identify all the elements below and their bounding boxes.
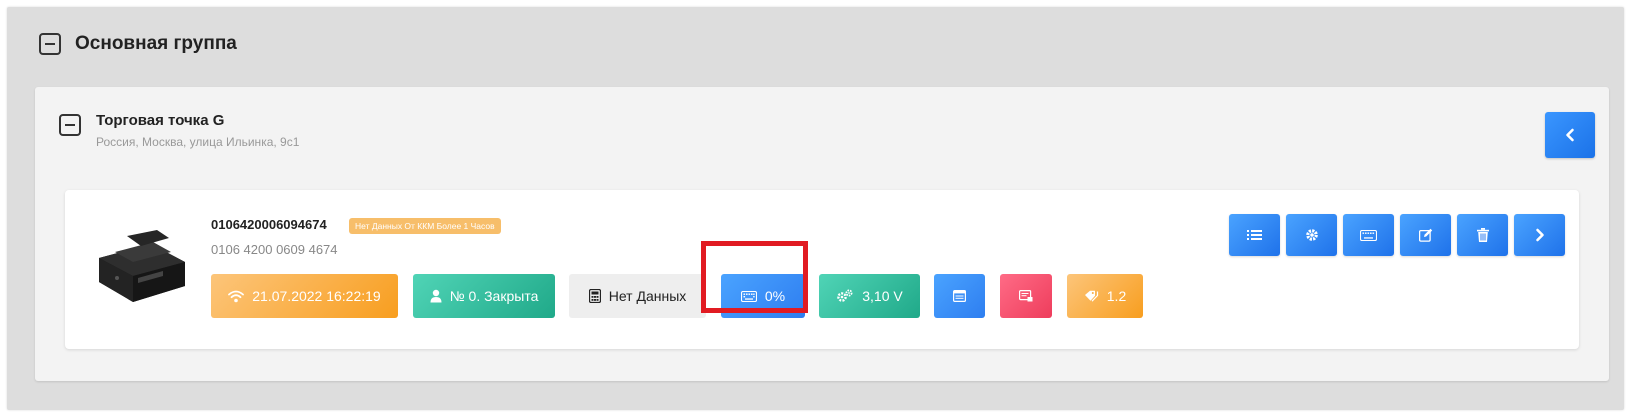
delete-button[interactable] <box>1457 214 1508 256</box>
next-button[interactable] <box>1514 214 1565 256</box>
minus-square-icon[interactable] <box>39 33 61 55</box>
highlight-frame <box>701 241 808 313</box>
receipt-icon <box>1019 290 1033 302</box>
device-card: 0106420006094674 Нет Данных От ККМ Более… <box>65 190 1579 349</box>
fiscal-text: Нет Данных <box>608 288 687 304</box>
receipt-chip[interactable] <box>1000 274 1052 318</box>
trash-icon <box>1476 228 1489 242</box>
main-group-panel: Основная группа Торговая точка G Россия,… <box>7 7 1624 410</box>
store-name: Торговая точка G <box>96 112 225 129</box>
device-serial: 0106420006094674 <box>211 217 327 232</box>
back-button[interactable] <box>1545 112 1595 158</box>
store-panel: Торговая точка G Россия, Москва, улица И… <box>35 87 1609 381</box>
receipt-printer-image <box>99 230 185 302</box>
keyboard-icon <box>1360 229 1377 241</box>
store-header: Торговая точка G Россия, Москва, улица И… <box>59 112 299 149</box>
window-icon <box>953 290 966 302</box>
keyboard-button[interactable] <box>1343 214 1394 256</box>
fiscal-chip[interactable]: Нет Данных <box>569 274 706 318</box>
minus-square-icon[interactable] <box>59 114 81 136</box>
calculator-icon <box>588 289 601 303</box>
list-button[interactable] <box>1229 214 1280 256</box>
tags-icon <box>1084 290 1099 302</box>
last-connection-text: 21.07.2022 16:22:19 <box>252 288 381 304</box>
device-serial-formatted: 0106 4200 0609 4674 <box>211 242 338 257</box>
edit-button[interactable] <box>1400 214 1451 256</box>
wifi-icon <box>228 290 245 303</box>
user-icon <box>430 289 442 303</box>
store-address: Россия, Москва, улица Ильинка, 9с1 <box>96 135 300 149</box>
store-info: Торговая точка G Россия, Москва, улица И… <box>96 112 299 149</box>
last-connection-chip[interactable]: 21.07.2022 16:22:19 <box>211 274 398 318</box>
memory-chip[interactable] <box>934 274 985 318</box>
version-chip[interactable]: 1.2 <box>1067 274 1143 318</box>
voltage-text: 3,10 V <box>862 288 903 304</box>
chevron-right-icon <box>1535 228 1544 242</box>
shift-text: № 0. Закрыта <box>449 288 539 304</box>
gears-icon <box>836 289 854 303</box>
list-icon <box>1247 230 1262 240</box>
chevron-left-icon <box>1566 128 1574 142</box>
no-data-warning-badge: Нет Данных От ККМ Более 1 Часов <box>349 218 501 234</box>
settings-button[interactable] <box>1286 214 1337 256</box>
device-actions <box>1229 214 1565 256</box>
gear-icon <box>1305 229 1318 241</box>
version-text: 1.2 <box>1106 288 1127 304</box>
shift-chip[interactable]: № 0. Закрыта <box>413 274 555 318</box>
group-title: Основная группа <box>75 33 237 54</box>
voltage-chip[interactable]: 3,10 V <box>819 274 920 318</box>
edit-icon <box>1418 228 1432 242</box>
group-header: Основная группа <box>39 33 237 55</box>
